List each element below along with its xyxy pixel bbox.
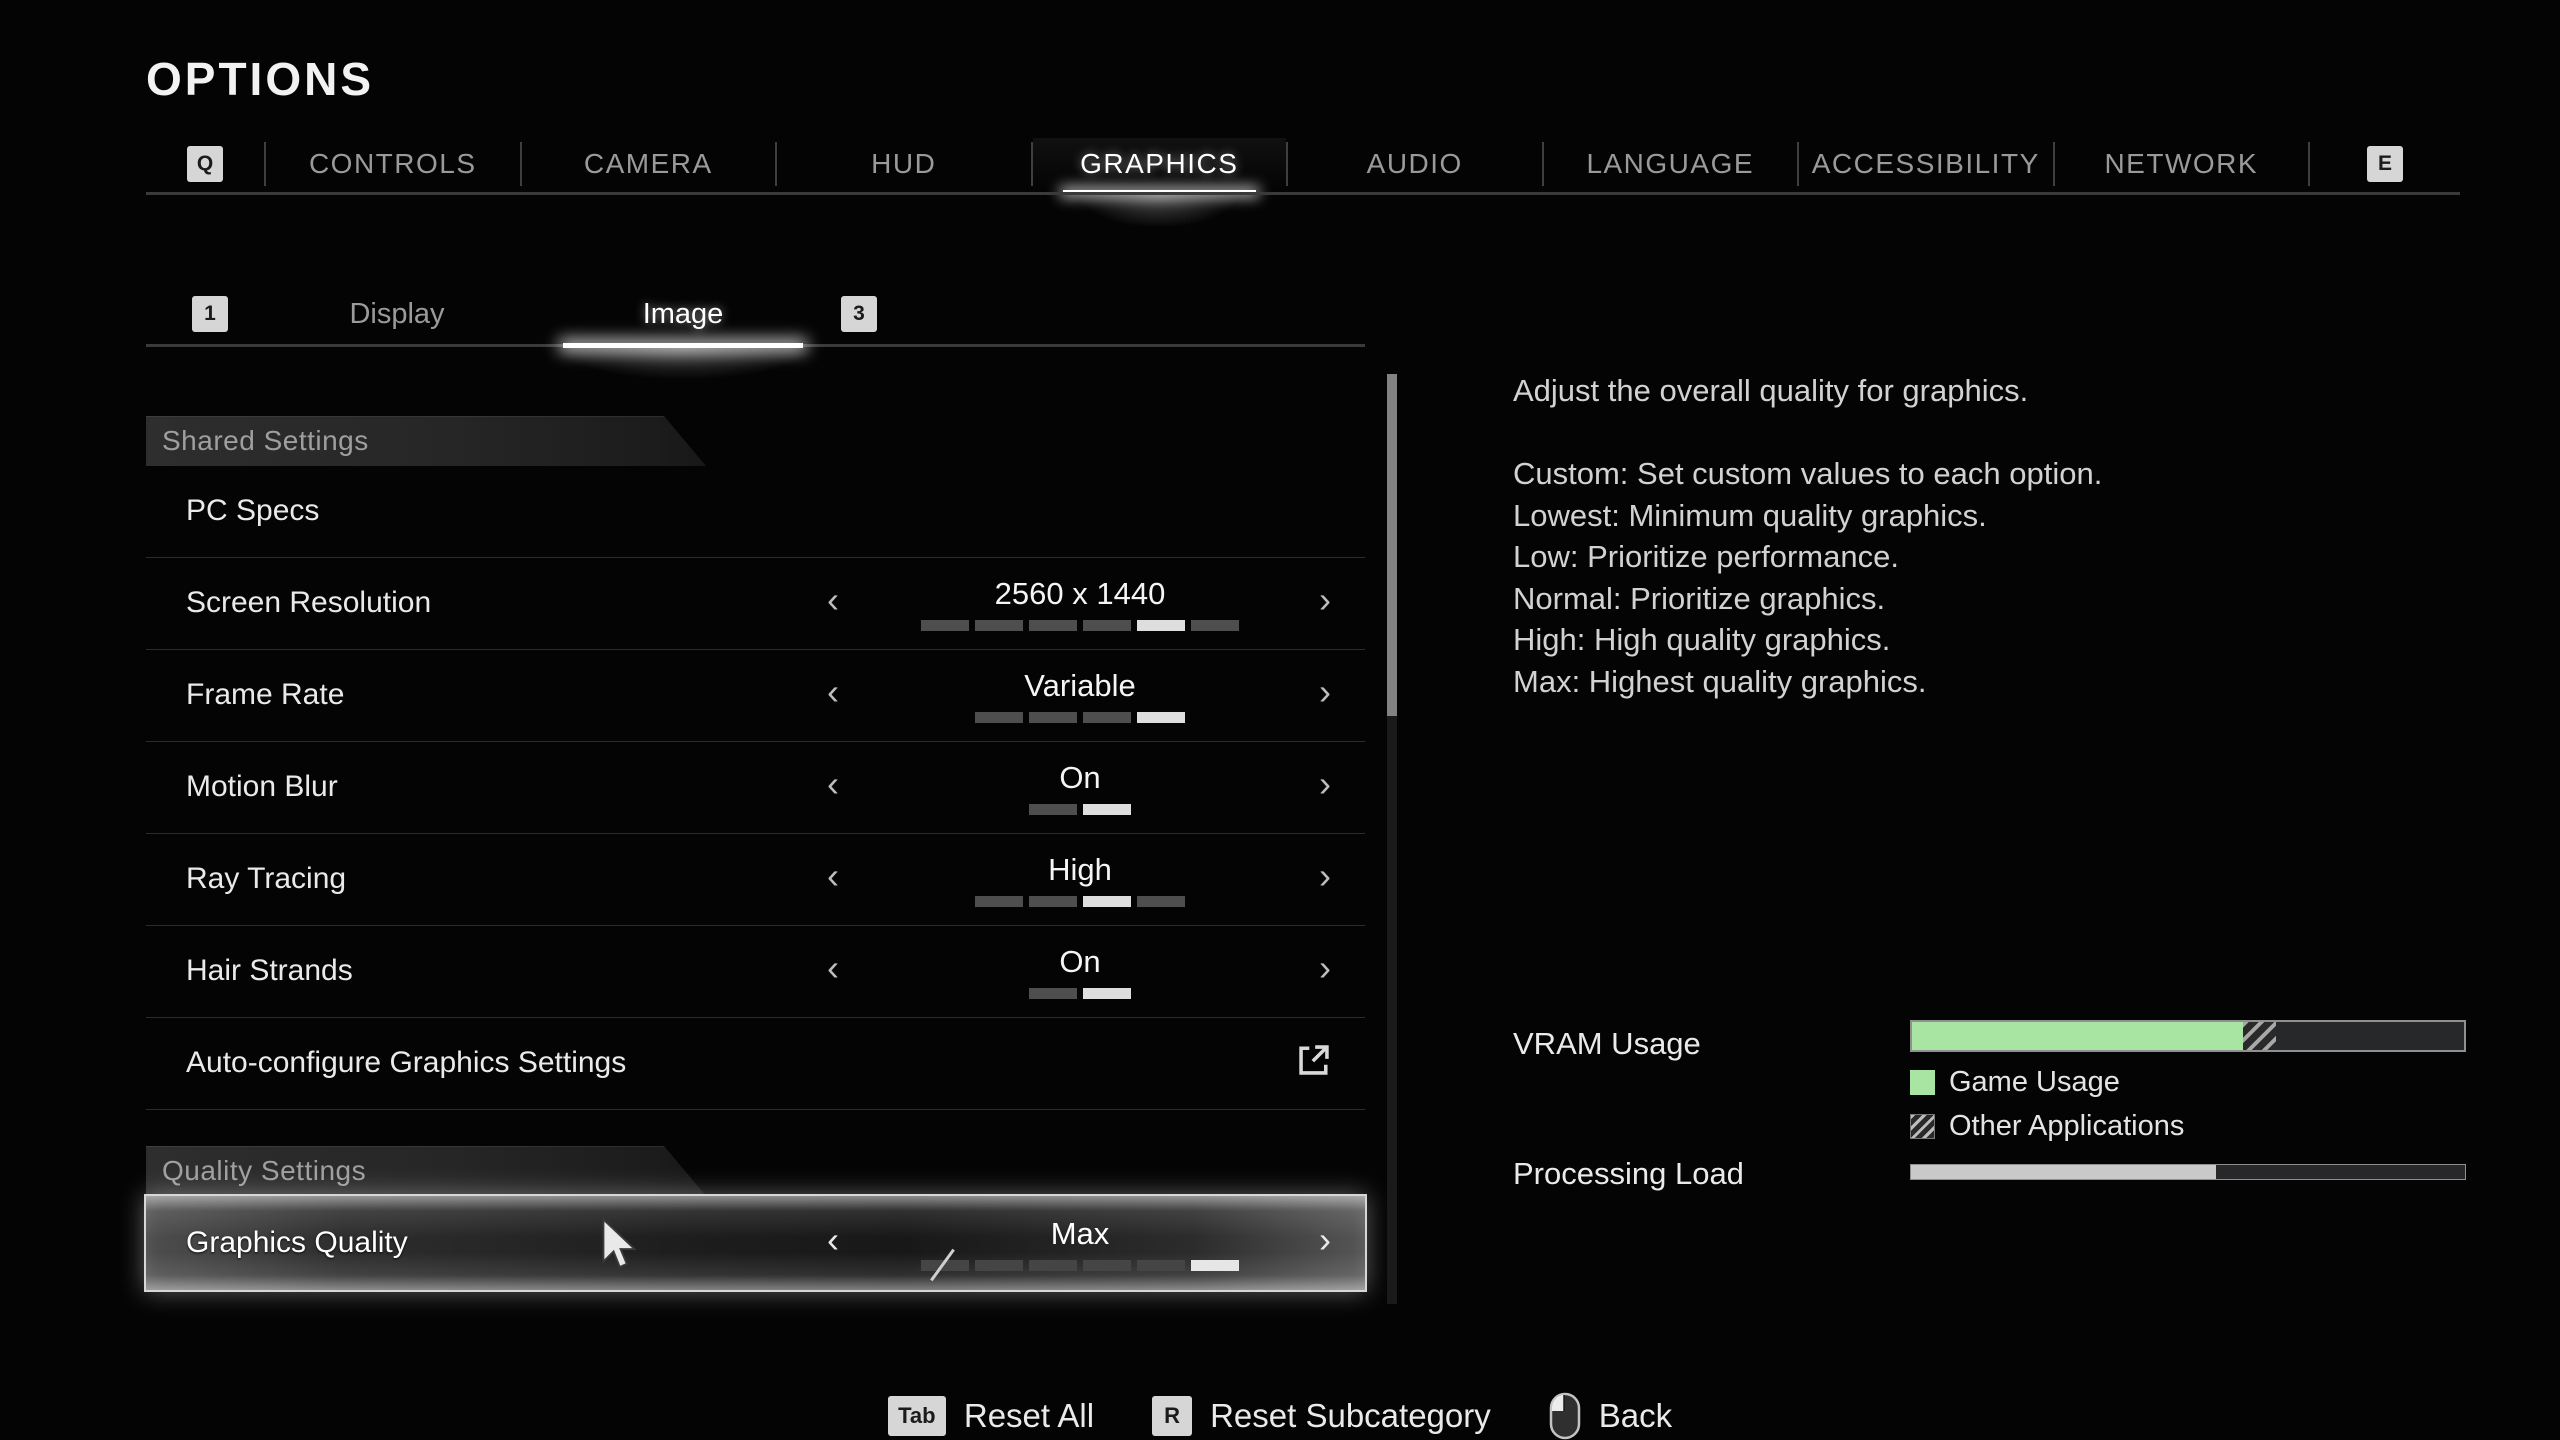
action-label: Reset Subcategory: [1210, 1397, 1491, 1435]
setting-value: 2560 x 1440: [995, 576, 1166, 612]
setting-label: PC Specs: [186, 494, 319, 528]
tab-language[interactable]: LANGUAGE: [1544, 138, 1798, 190]
setting-value: Variable: [1024, 668, 1135, 704]
setting-label: Frame Rate: [186, 678, 344, 712]
tab-key-hint: Tab: [888, 1396, 946, 1436]
reset-all-action[interactable]: Tab Reset All: [888, 1396, 1094, 1436]
other-applications-swatch: [1910, 1114, 1935, 1139]
next-subcategory-key-hint: 3: [841, 296, 877, 332]
vram-usage-label: VRAM Usage: [1513, 1026, 1701, 1062]
setting-label: Screen Resolution: [186, 586, 431, 620]
setting-row-hair-strands[interactable]: Hair Strands ‹ On ›: [146, 926, 1365, 1018]
subtab-image[interactable]: Image: [643, 298, 724, 331]
value-step-indicator: [975, 896, 1185, 907]
tab-accessibility[interactable]: ACCESSIBILITY: [1799, 138, 2053, 190]
scrollbar-thumb[interactable]: [1387, 374, 1397, 716]
decrease-value-arrow[interactable]: ‹: [827, 950, 839, 986]
subcategory-tab-bar: 1 Display Image 3: [146, 288, 1365, 344]
setting-row-frame-rate[interactable]: Frame Rate ‹ Variable ›: [146, 650, 1365, 742]
settings-list: Shared Settings PC Specs Screen Resoluti…: [146, 416, 1365, 1110]
value-step-indicator: [1029, 988, 1131, 999]
decrease-value-arrow[interactable]: ‹: [827, 1222, 839, 1258]
tab-controls[interactable]: CONTROLS: [266, 138, 520, 190]
tab-camera[interactable]: CAMERA: [522, 138, 776, 190]
external-link-icon: [1294, 1040, 1334, 1080]
setting-description: Adjust the overall quality for graphics.…: [1513, 370, 2353, 702]
setting-row-pc-specs[interactable]: PC Specs: [146, 466, 1365, 558]
shortcut-bar: Tab Reset All R Reset Subcategory Back: [0, 1392, 2560, 1440]
legend-other-applications: Other Applications: [1910, 1110, 2184, 1143]
increase-value-arrow[interactable]: ›: [1319, 582, 1331, 618]
subtab-display[interactable]: Display: [349, 298, 444, 331]
setting-label: Graphics Quality: [186, 1226, 408, 1260]
active-subtab-haze: [553, 346, 813, 380]
legend-game-usage: Game Usage: [1910, 1066, 2120, 1099]
setting-value: On: [1059, 760, 1100, 796]
setting-row-graphics-quality-selected[interactable]: Graphics Quality ‹ Max ›: [144, 1194, 1367, 1292]
r-key-hint: R: [1152, 1396, 1192, 1436]
increase-value-arrow[interactable]: ›: [1319, 950, 1331, 986]
section-header-label: Quality Settings: [162, 1155, 366, 1187]
settings-scrollbar[interactable]: [1387, 374, 1397, 1304]
action-label: Back: [1599, 1397, 1672, 1435]
vram-other-applications-fill: [2243, 1022, 2276, 1050]
value-step-indicator: [921, 1260, 1239, 1271]
vram-usage-bar: [1910, 1020, 2466, 1052]
section-header-shared-settings: Shared Settings: [146, 416, 706, 466]
legend-label: Other Applications: [1949, 1110, 2184, 1143]
value-step-indicator: [975, 712, 1185, 723]
setting-value: On: [1059, 944, 1100, 980]
tab-network[interactable]: NETWORK: [2055, 138, 2309, 190]
setting-label: Auto-configure Graphics Settings: [186, 1046, 626, 1080]
section-header-label: Shared Settings: [162, 425, 369, 457]
vram-game-usage-fill: [1912, 1022, 2243, 1050]
setting-row-screen-resolution[interactable]: Screen Resolution ‹ 2560 x 1440 ›: [146, 558, 1365, 650]
setting-row-auto-configure[interactable]: Auto-configure Graphics Settings: [146, 1018, 1365, 1110]
prev-category-key-hint: Q: [187, 146, 223, 182]
decrease-value-arrow[interactable]: ‹: [827, 766, 839, 802]
reset-subcategory-action[interactable]: R Reset Subcategory: [1152, 1396, 1491, 1436]
mouse-button-icon: [1549, 1392, 1581, 1440]
setting-row-ray-tracing[interactable]: Ray Tracing ‹ High ›: [146, 834, 1365, 926]
decrease-value-arrow[interactable]: ‹: [827, 582, 839, 618]
tab-hud[interactable]: HUD: [777, 138, 1031, 190]
tab-graphics[interactable]: GRAPHICS: [1033, 138, 1287, 190]
setting-label: Hair Strands: [186, 954, 353, 988]
options-screen: OPTIONS Q CONTROLS CAMERA HUD GRAPHICS A…: [0, 0, 2560, 1440]
setting-label: Ray Tracing: [186, 862, 346, 896]
value-step-indicator: [921, 620, 1239, 631]
next-category-key-hint: E: [2367, 146, 2403, 182]
processing-load-bar: [1910, 1164, 2466, 1180]
game-usage-swatch: [1910, 1070, 1935, 1095]
increase-value-arrow[interactable]: ›: [1319, 766, 1331, 802]
setting-value: High: [1048, 852, 1112, 888]
value-step-indicator: [1029, 804, 1131, 815]
tab-audio[interactable]: AUDIO: [1288, 138, 1542, 190]
legend-label: Game Usage: [1949, 1066, 2120, 1099]
processing-load-fill: [1911, 1165, 2216, 1179]
page-title: OPTIONS: [146, 52, 374, 106]
tab-bar-underline: [146, 192, 2460, 195]
category-tab-bar: Q CONTROLS CAMERA HUD GRAPHICS AUDIO LAN…: [146, 138, 2460, 190]
processing-load-label: Processing Load: [1513, 1156, 1744, 1192]
back-action[interactable]: Back: [1549, 1392, 1672, 1440]
prev-subcategory-key-hint: 1: [192, 296, 228, 332]
increase-value-arrow[interactable]: ›: [1319, 1222, 1331, 1258]
setting-row-motion-blur[interactable]: Motion Blur ‹ On ›: [146, 742, 1365, 834]
mouse-cursor: [600, 1218, 638, 1274]
action-label: Reset All: [964, 1397, 1094, 1435]
section-header-quality-settings: Quality Settings: [146, 1146, 706, 1196]
decrease-value-arrow[interactable]: ‹: [827, 858, 839, 894]
increase-value-arrow[interactable]: ›: [1319, 674, 1331, 710]
setting-label: Motion Blur: [186, 770, 338, 804]
increase-value-arrow[interactable]: ›: [1319, 858, 1331, 894]
setting-value: Max: [1051, 1216, 1110, 1252]
decrease-value-arrow[interactable]: ‹: [827, 674, 839, 710]
